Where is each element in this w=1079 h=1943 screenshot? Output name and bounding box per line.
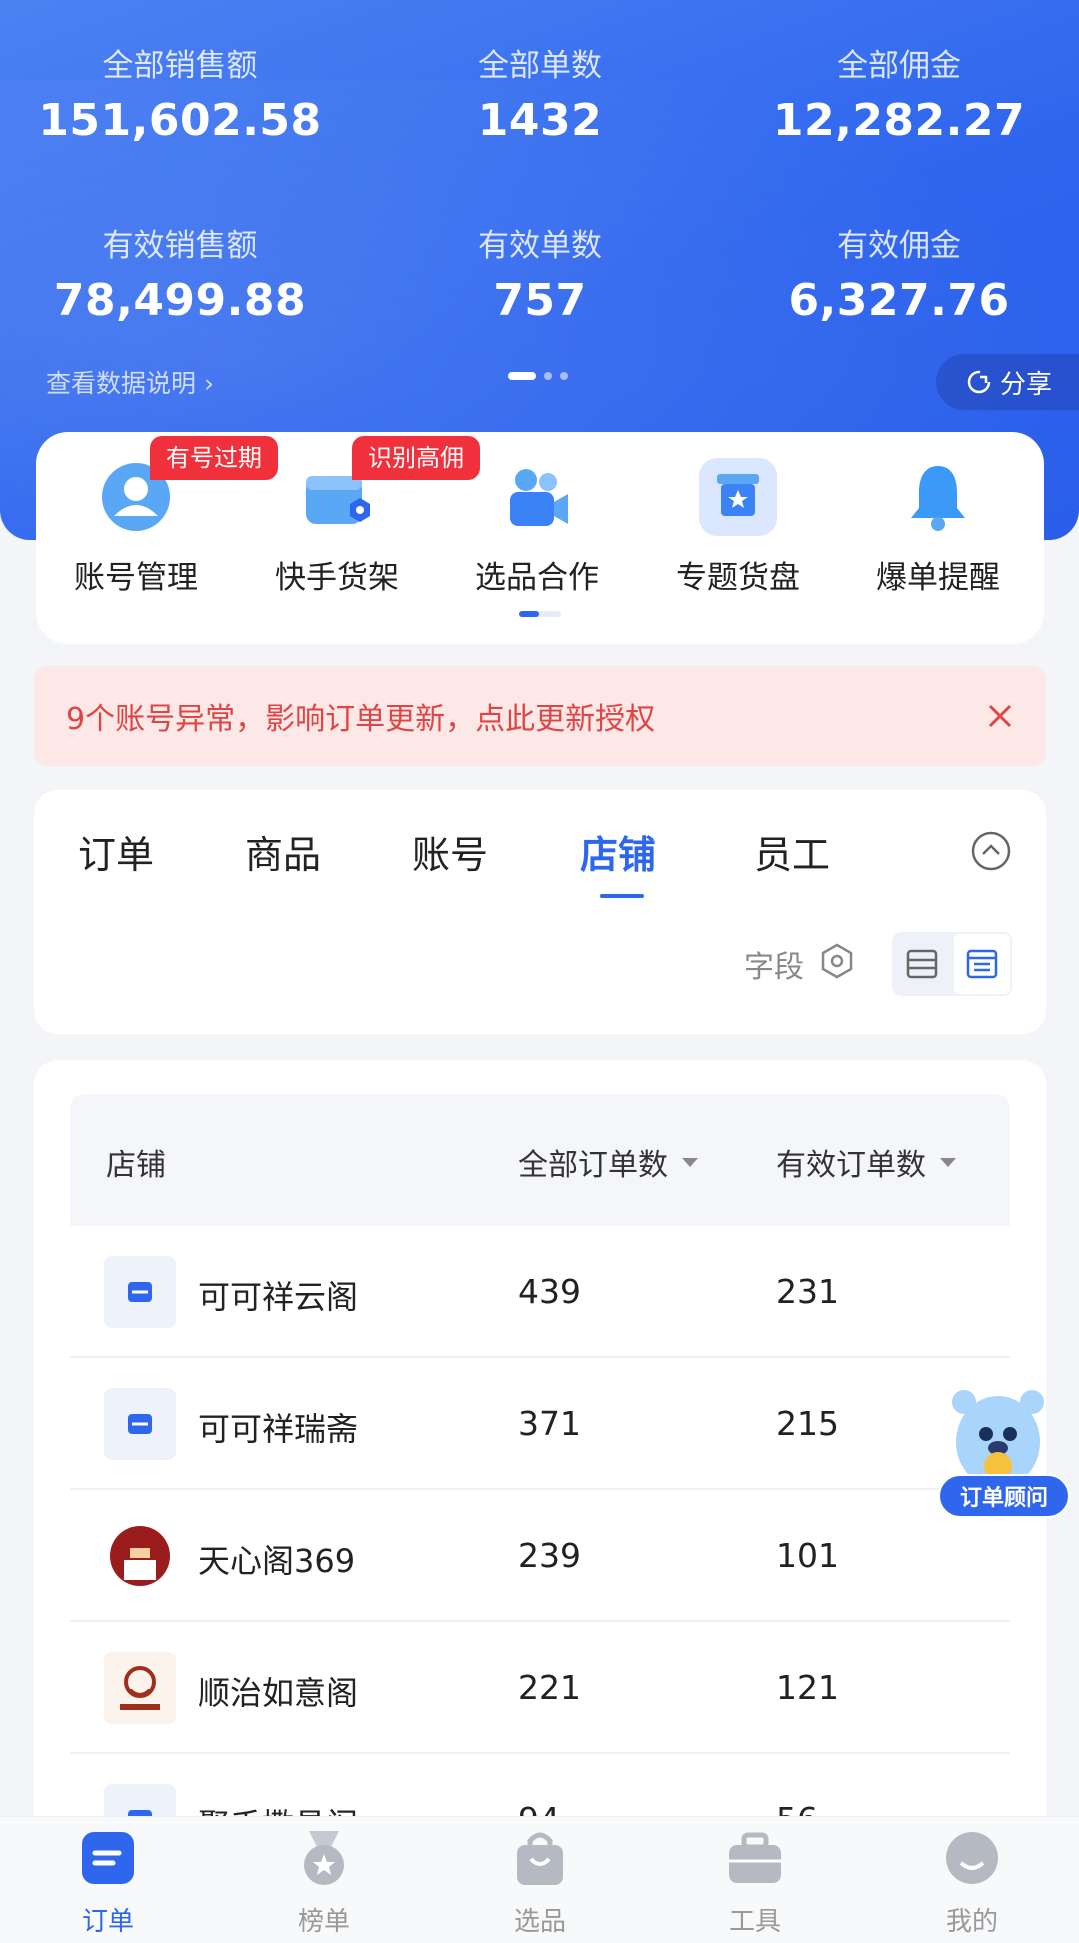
all-orders-value: 371 — [518, 1404, 581, 1443]
bell-icon — [899, 458, 977, 536]
stat-value: 757 — [493, 275, 587, 326]
field-settings-label[interactable]: 字段 — [744, 942, 804, 986]
stat-total-commission: 全部佣金 12,282.27 — [719, 40, 1079, 146]
stat-valid-sales: 有效销售额 78,499.88 — [0, 220, 360, 326]
stat-value: 6,327.76 — [788, 275, 1010, 326]
table-view-button[interactable] — [952, 932, 1012, 996]
menu-label: 选品合作 — [475, 560, 599, 596]
nav-label: 选品 — [513, 1907, 566, 1937]
stat-label: 全部销售额 — [102, 48, 258, 84]
valid-orders-value: 101 — [776, 1536, 839, 1575]
stat-label: 全部单数 — [478, 48, 602, 84]
valid-orders-value: 231 — [776, 1272, 839, 1311]
field-settings-icon[interactable] — [818, 942, 856, 980]
stat-valid-orders: 有效单数 757 — [360, 220, 720, 326]
store-icon — [104, 1256, 176, 1328]
store-table: 店铺 全部订单数 有效订单数 可可祥云阁 439 231 可可祥瑞斋 371 2… — [34, 1060, 1046, 1943]
close-icon[interactable] — [982, 698, 1018, 734]
stat-label: 有效佣金 — [837, 228, 961, 264]
stat-value: 12,282.27 — [772, 95, 1026, 146]
active-tab-indicator — [600, 894, 644, 898]
all-orders-value: 239 — [518, 1536, 581, 1575]
store-icon — [104, 1388, 176, 1460]
profile-face-icon — [946, 1832, 998, 1884]
stat-value: 78,499.88 — [53, 275, 307, 326]
alert-text: 9个账号异常，影响订单更新，点此更新授权 — [66, 702, 656, 737]
card-view-button[interactable] — [892, 932, 952, 996]
share-label: 分享 — [1000, 369, 1053, 400]
tianxinge-logo — [104, 1520, 176, 1592]
bottom-nav: 订单 榜单 选品 工具 我的 — [0, 1816, 1079, 1943]
collapse-icon[interactable] — [970, 830, 1012, 872]
column-all-orders[interactable]: 全部订单数 — [518, 1140, 698, 1184]
nav-tools[interactable]: 工具 — [685, 1829, 825, 1938]
shunzhi-logo — [104, 1652, 176, 1724]
sort-down-icon — [682, 1157, 698, 1167]
tab-staff[interactable]: 员工 — [754, 824, 830, 879]
table-view-icon — [966, 949, 998, 979]
menu-item-hot-order-alert[interactable]: 爆单提醒 — [838, 458, 1038, 597]
table-row[interactable]: 天心阁369 239 101 — [70, 1490, 1010, 1622]
menu-item-topic-pallet[interactable]: 专题货盘 — [638, 458, 838, 597]
stat-valid-commission: 有效佣金 6,327.76 — [719, 220, 1079, 326]
nav-orders[interactable]: 订单 — [38, 1829, 178, 1938]
store-name: 顺治如意阁 — [198, 1674, 359, 1712]
tab-orders[interactable]: 订单 — [78, 824, 154, 879]
column-valid-orders[interactable]: 有效订单数 — [776, 1140, 956, 1184]
shopping-bag-icon — [517, 1832, 563, 1885]
stat-label: 有效销售额 — [102, 228, 258, 264]
expired-badge: 有号过期 — [150, 436, 278, 480]
stat-total-sales: 全部销售额 151,602.58 — [0, 40, 360, 146]
column-store: 店铺 — [106, 1148, 166, 1183]
nav-label: 工具 — [728, 1907, 781, 1937]
nav-label: 榜单 — [297, 1907, 350, 1937]
sort-down-icon — [940, 1157, 956, 1167]
topic-pallet-icon — [699, 458, 777, 536]
high-commission-badge: 识别高佣 — [352, 436, 480, 480]
toolbox-icon — [729, 1832, 781, 1883]
nav-mine[interactable]: 我的 — [902, 1829, 1042, 1938]
all-orders-value: 439 — [518, 1272, 581, 1311]
store-name: 天心阁369 — [198, 1542, 356, 1580]
stat-label: 全部佣金 — [837, 48, 961, 84]
valid-orders-value: 215 — [776, 1404, 839, 1443]
nav-label: 订单 — [81, 1907, 134, 1937]
menu-label: 快手货架 — [275, 560, 399, 596]
account-error-alert[interactable]: 9个账号异常，影响订单更新，点此更新授权 — [34, 666, 1046, 766]
menu-pager — [519, 611, 561, 617]
store-name: 可可祥瑞斋 — [198, 1410, 359, 1448]
nav-label: 我的 — [945, 1907, 998, 1937]
stat-value: 1432 — [477, 95, 603, 146]
orders-icon — [82, 1832, 134, 1884]
tab-accounts[interactable]: 账号 — [412, 824, 488, 879]
dimension-tabs: 订单 商品 账号 店铺 员工 字段 — [34, 790, 1046, 1034]
tab-stores[interactable]: 店铺 — [580, 824, 656, 879]
menu-label: 账号管理 — [74, 560, 198, 596]
video-camera-icon — [498, 458, 576, 536]
all-orders-value: 221 — [518, 1668, 581, 1707]
tab-products[interactable]: 商品 — [245, 824, 321, 879]
share-icon — [967, 370, 991, 394]
stat-label: 有效单数 — [478, 228, 602, 264]
table-row[interactable]: 顺治如意阁 221 121 — [70, 1622, 1010, 1754]
table-row[interactable]: 可可祥云阁 439 231 — [70, 1226, 1010, 1358]
valid-orders-value: 121 — [776, 1668, 839, 1707]
store-name: 可可祥云阁 — [198, 1278, 359, 1316]
nav-selection[interactable]: 选品 — [470, 1829, 610, 1938]
view-mode-toggle — [892, 932, 1012, 996]
menu-label: 爆单提醒 — [876, 560, 1000, 596]
card-view-icon — [906, 949, 938, 979]
nav-rankings[interactable]: 榜单 — [254, 1829, 394, 1938]
order-advisor-button[interactable]: 订单顾问 — [938, 1474, 1070, 1518]
carousel-indicator — [508, 372, 568, 380]
share-button[interactable]: 分享 — [936, 354, 1079, 410]
table-row[interactable]: 可可祥瑞斋 371 215 — [70, 1358, 1010, 1490]
stat-total-orders: 全部单数 1432 — [360, 40, 720, 146]
medal-icon — [304, 1831, 344, 1885]
data-explanation-link[interactable]: 查看数据说明 › — [46, 364, 214, 400]
stat-value: 151,602.58 — [38, 95, 322, 146]
menu-label: 专题货盘 — [676, 560, 800, 596]
table-header: 店铺 全部订单数 有效订单数 — [70, 1094, 1010, 1226]
